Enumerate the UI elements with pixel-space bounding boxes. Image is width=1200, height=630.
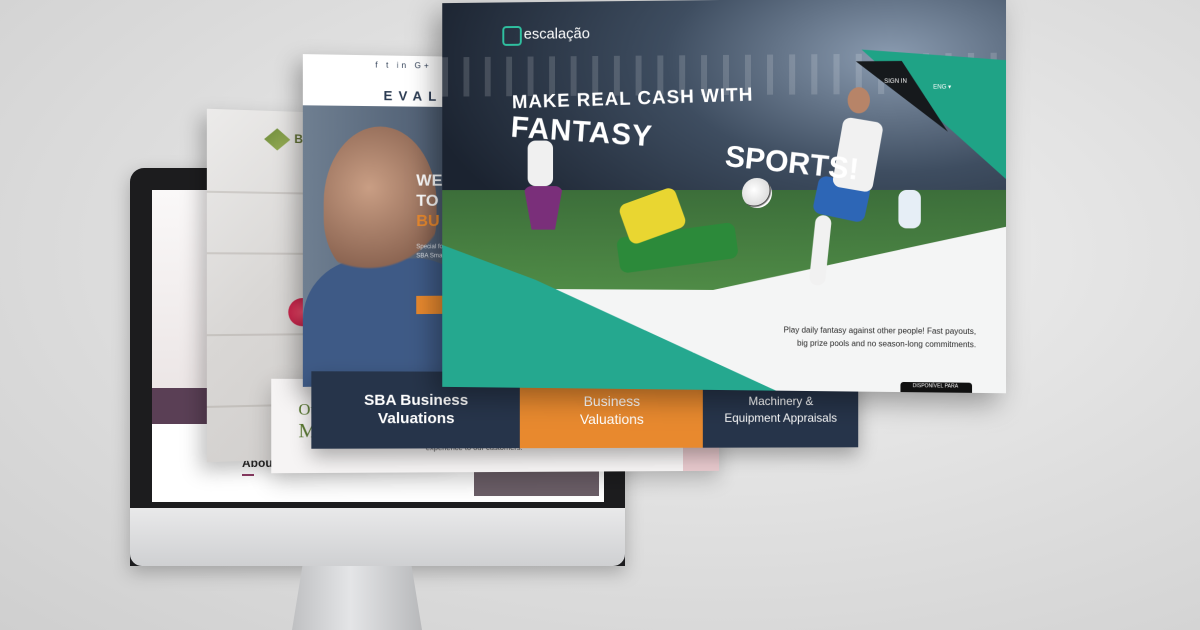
sign-in-link[interactable]: SIGN IN <box>884 79 907 85</box>
evalue-heading-line2: TO <box>416 193 438 211</box>
language-selector[interactable]: ENG ▾ <box>933 84 951 91</box>
brick-logo-icon <box>264 128 290 151</box>
player-3-head <box>848 87 870 113</box>
escalacao-logo-icon[interactable] <box>502 26 521 46</box>
escalacao-logo[interactable]: escalação <box>524 25 590 42</box>
tile-label-line2: Valuations <box>378 410 455 427</box>
evalue-heading-line3: BU <box>416 213 439 231</box>
escalacao-website-card: escalação SIGN IN ENG ▾ MAKE REAL CASH W… <box>442 0 1006 393</box>
soccer-ball-icon <box>742 178 772 208</box>
tile-label-line2: Equipment Appraisals <box>724 411 837 425</box>
player-1-body <box>528 141 553 187</box>
about-us-underline <box>242 474 254 476</box>
evalue-heading-line1: WE <box>416 172 442 190</box>
tile-label-line1: Business <box>584 393 641 409</box>
social-icons[interactable]: f t in G+ <box>375 60 431 70</box>
tile-label-line1: SBA Business <box>364 392 468 409</box>
player-4-body <box>898 190 920 228</box>
imac-stand <box>292 566 422 630</box>
tile-label-line2: Valuations <box>580 411 644 427</box>
hero-copy: Play daily fantasy against other people!… <box>773 323 976 351</box>
tile-label-line1: Machinery & <box>748 394 813 408</box>
app-badge-text: DISPONÍVEL PARA <box>913 383 958 390</box>
imac-chin <box>130 508 625 566</box>
